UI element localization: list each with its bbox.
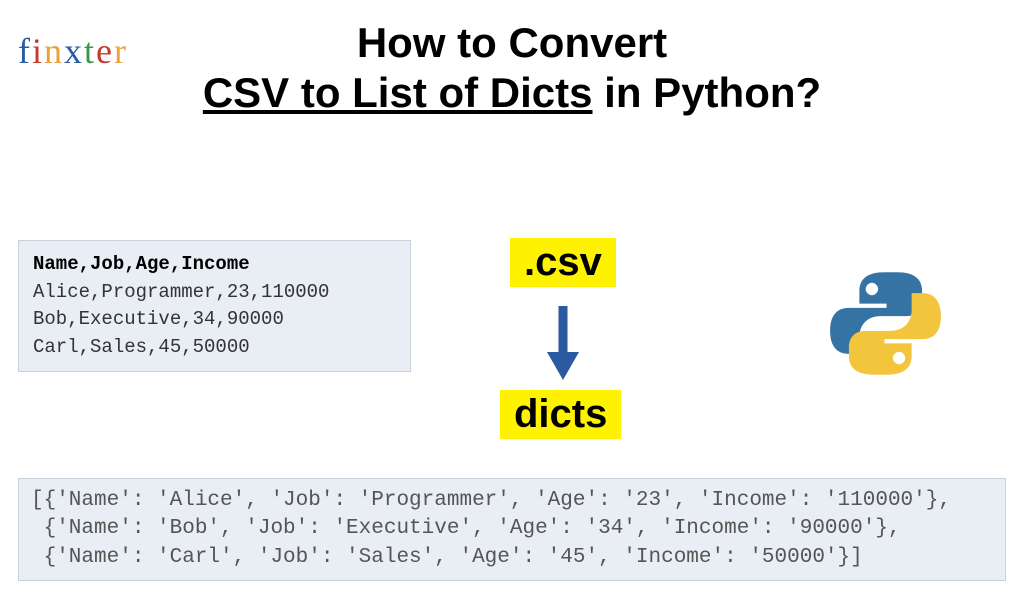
title-suffix: in Python? <box>593 69 822 116</box>
logo-char-n: n <box>44 31 64 71</box>
logo-char-f: f <box>18 31 32 71</box>
logo-char-r: r <box>114 31 128 71</box>
output-line: {'Name': 'Bob', 'Job': 'Executive', 'Age… <box>31 517 901 540</box>
brand-logo: finxter <box>18 30 128 72</box>
title-underline: CSV to List of Dicts <box>203 69 593 116</box>
csv-header: Name,Job,Age,Income <box>33 251 396 279</box>
logo-char-i: i <box>32 31 44 71</box>
logo-char-x: x <box>64 31 84 71</box>
csv-row: Bob,Executive,34,90000 <box>33 306 396 334</box>
csv-input-box: Name,Job,Age,Income Alice,Programmer,23,… <box>18 240 411 372</box>
dicts-badge: dicts <box>500 390 621 439</box>
csv-row: Alice,Programmer,23,110000 <box>33 279 396 307</box>
python-icon <box>828 266 943 386</box>
output-box: [{'Name': 'Alice', 'Job': 'Programmer', … <box>18 478 1006 581</box>
output-line: {'Name': 'Carl', 'Job': 'Sales', 'Age': … <box>31 546 863 569</box>
page-title: How to Convert CSV to List of Dicts in P… <box>0 18 1024 119</box>
logo-char-e: e <box>96 31 114 71</box>
csv-badge: .csv <box>510 238 616 287</box>
logo-char-t: t <box>84 31 96 71</box>
arrow-down-icon <box>543 302 583 385</box>
output-line: [{'Name': 'Alice', 'Job': 'Programmer', … <box>31 489 951 512</box>
csv-row: Carl,Sales,45,50000 <box>33 334 396 362</box>
title-line1: How to Convert <box>357 19 667 66</box>
